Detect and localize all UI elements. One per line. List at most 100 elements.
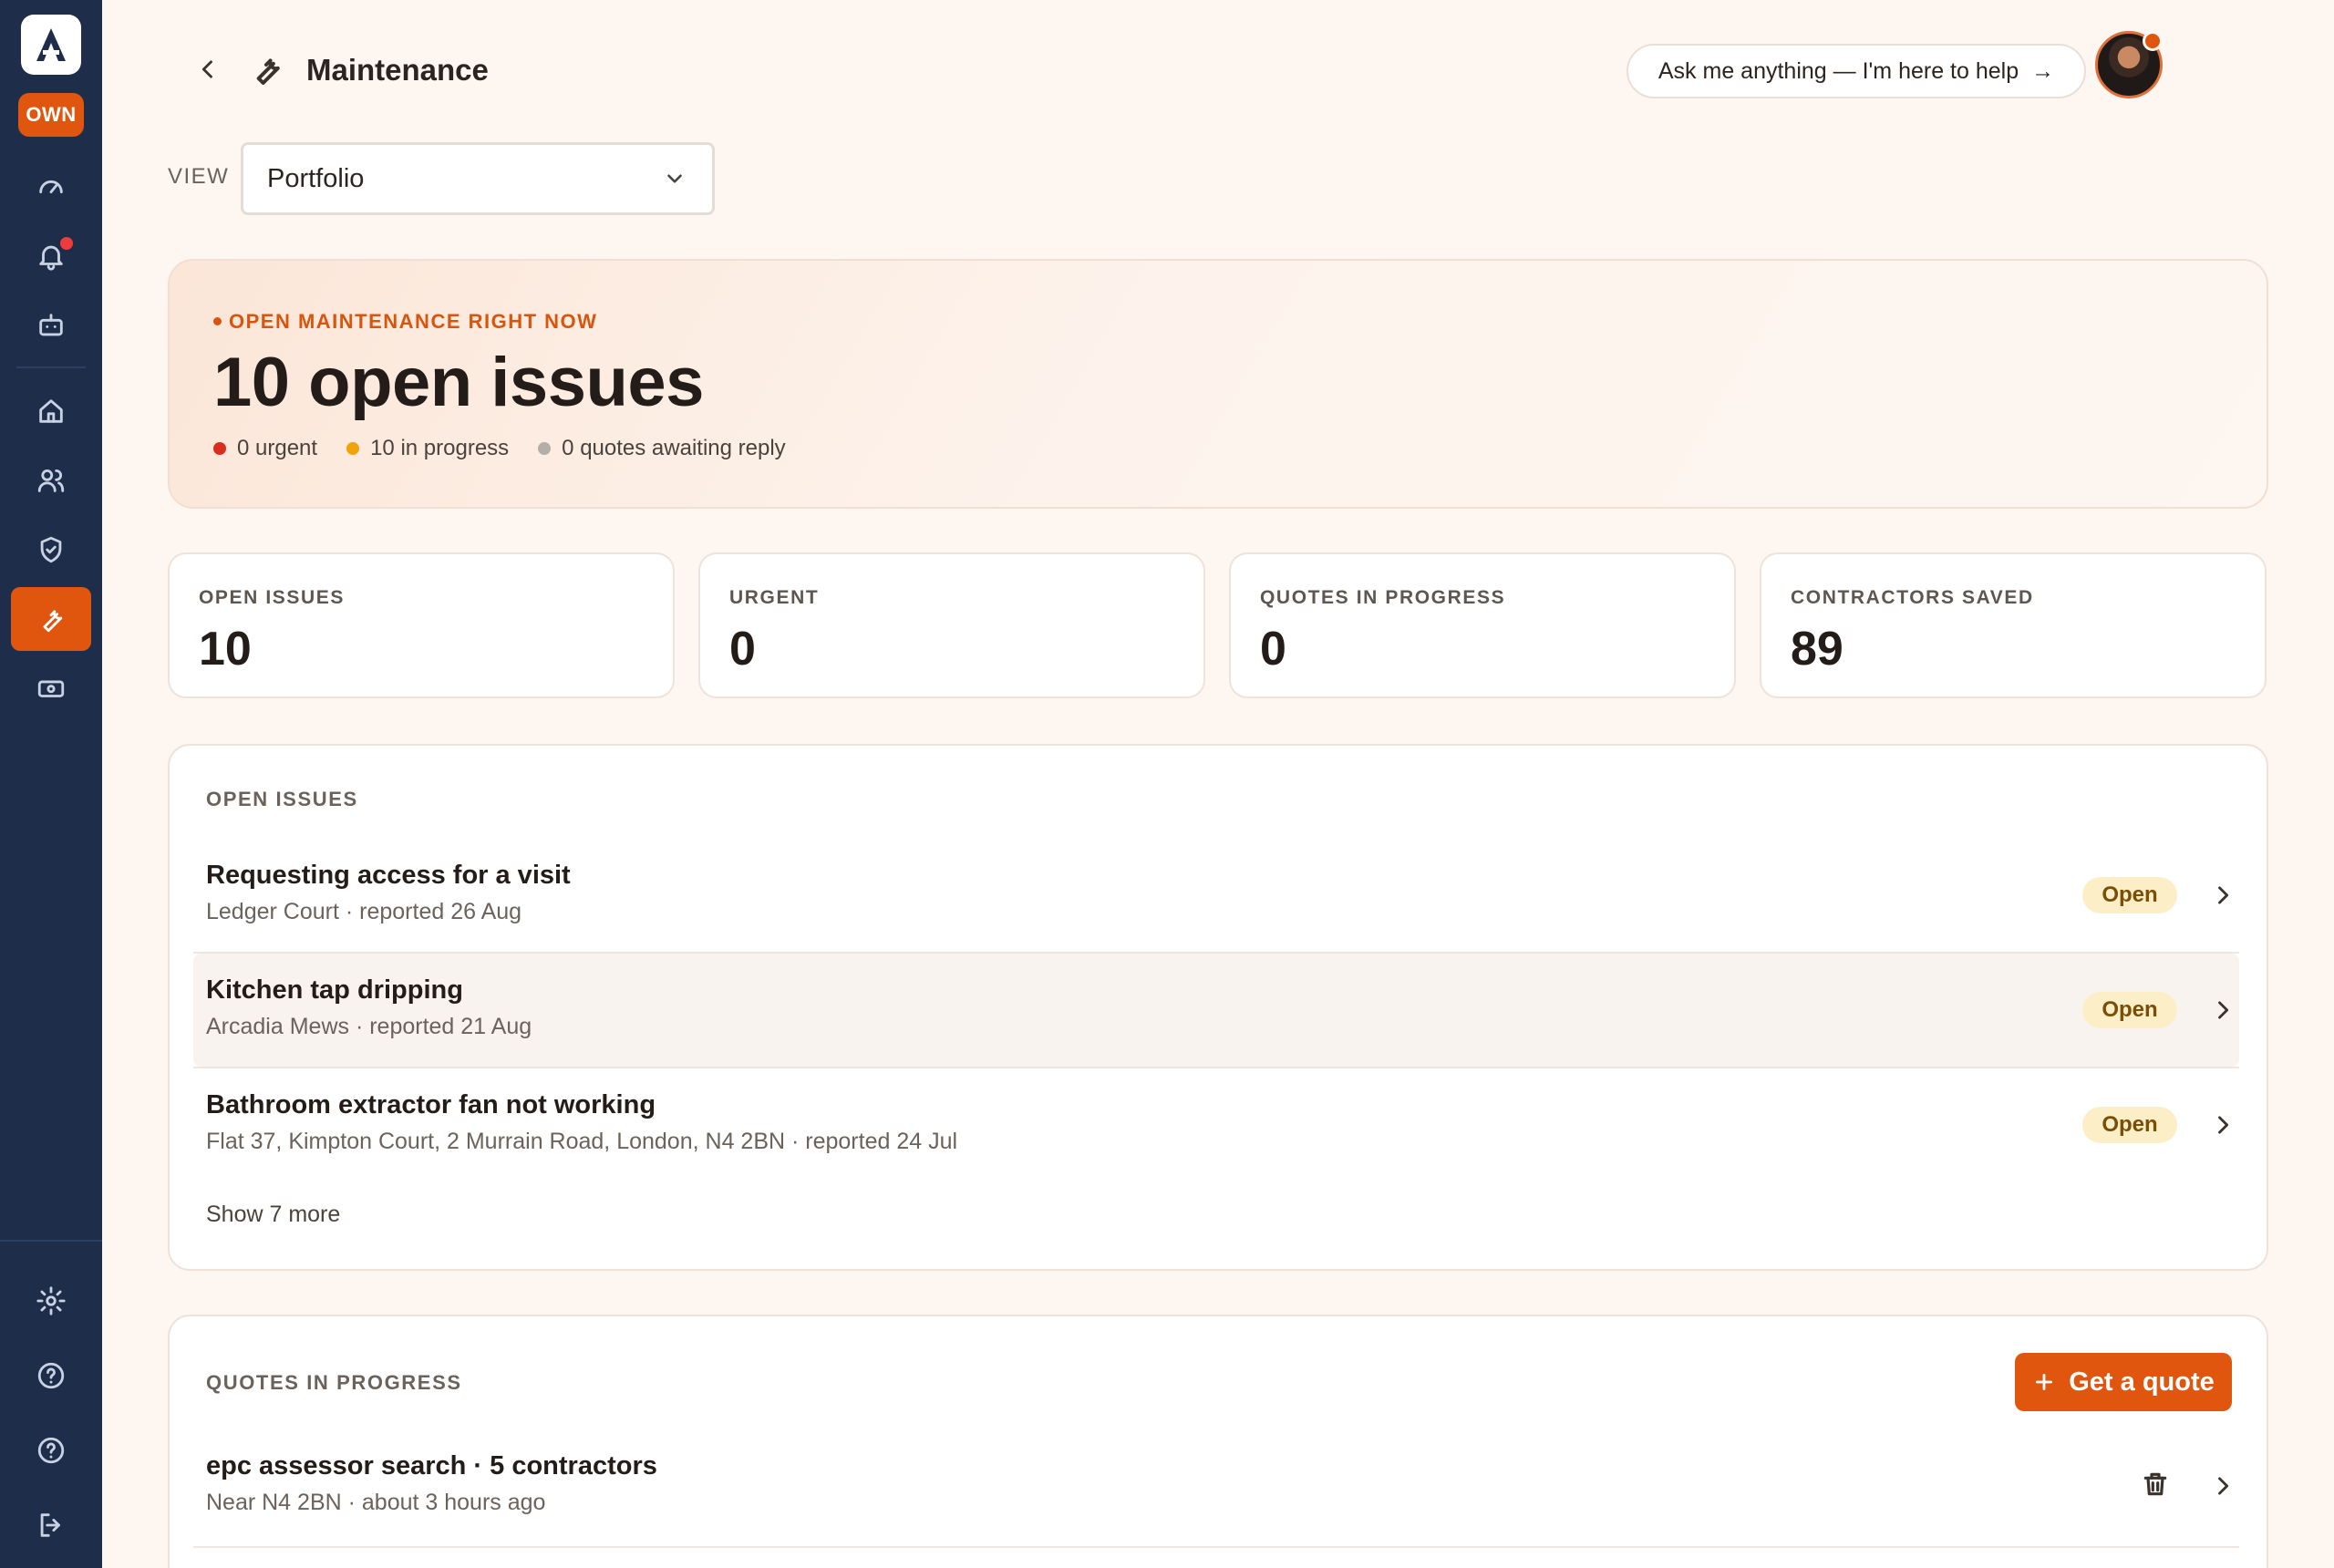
hero-summary: OPEN MAINTENANCE RIGHT NOW 10 open issue…	[168, 259, 2268, 509]
issue-title: Kitchen tap dripping	[206, 975, 463, 1005]
status-dot	[346, 442, 360, 455]
quote-title: epc assessor search · 5 contractors	[206, 1451, 657, 1480]
wrench-icon	[256, 58, 280, 85]
nav-tenants[interactable]	[11, 449, 91, 512]
chevron-right-icon	[2210, 1112, 2236, 1138]
logo-icon	[36, 28, 66, 61]
hero-stat-in-progress: 10 in progress	[346, 436, 509, 461]
chevron-right-icon	[2210, 882, 2236, 908]
sidebar-divider	[16, 366, 86, 368]
open-issues-panel: OPEN ISSUES Requesting access for a visi…	[168, 744, 2268, 1271]
app-logo[interactable]	[21, 15, 81, 75]
sidebar-bottom-divider	[0, 1240, 102, 1242]
view-select[interactable]: Portfolio	[241, 142, 715, 215]
shield-check-icon	[40, 536, 62, 563]
nav-compliance[interactable]	[11, 518, 91, 582]
banknote-icon	[37, 680, 65, 697]
row-divider	[193, 1546, 2239, 1548]
chevron-right-icon	[2210, 997, 2236, 1023]
wrench-icon	[43, 610, 63, 633]
own-badge[interactable]: OWN	[18, 93, 84, 137]
quote-row[interactable]: epc assessor search · 5 contractors Near…	[193, 1429, 2239, 1542]
quotes-title: QUOTES IN PROGRESS	[206, 1371, 462, 1394]
stat-card-value: 0	[1260, 623, 1286, 676]
app-root: OWN Maintenance Ask me anything — I'm he…	[0, 0, 2334, 1568]
get-quote-label: Get a quote	[2069, 1367, 2215, 1397]
stat-card-value: 89	[1791, 623, 1843, 676]
page-title: Maintenance	[306, 53, 489, 87]
nav-logout[interactable]	[11, 1493, 91, 1557]
stat-card-open-issues: OPEN ISSUES 10	[168, 552, 675, 698]
nav-properties[interactable]	[11, 379, 91, 443]
stat-card-label: CONTRACTORS SAVED	[1791, 587, 2034, 608]
stat-card-urgent: URGENT 0	[698, 552, 1205, 698]
view-select-value: Portfolio	[267, 163, 365, 193]
open-issues-title: OPEN ISSUES	[206, 788, 358, 810]
hero-stat-text: 0 urgent	[237, 436, 318, 460]
gauge-icon	[39, 180, 63, 194]
hero-stat-urgent: 0 urgent	[213, 436, 317, 461]
status-badge: Open	[2082, 992, 2177, 1028]
status-dot	[538, 442, 552, 455]
issue-subtitle: Arcadia Mews · reported 21 Aug	[206, 1014, 532, 1039]
view-label: VIEW	[168, 164, 230, 189]
nav-support[interactable]	[11, 1418, 91, 1482]
nav-finance[interactable]	[11, 656, 91, 720]
issue-subtitle: Ledger Court · reported 26 Aug	[206, 899, 522, 924]
chevron-down-icon	[667, 174, 682, 183]
get-quote-button[interactable]: Get a quote	[2015, 1353, 2232, 1411]
issue-subtitle: Flat 37, Kimpton Court, 2 Murrain Road, …	[206, 1129, 958, 1154]
status-badge: Open	[2082, 1107, 2177, 1143]
avatar-status-dot	[2143, 31, 2163, 51]
back-button[interactable]	[190, 51, 226, 88]
issue-row[interactable]: Requesting access for a visit Ledger Cou…	[193, 839, 2239, 952]
nav-settings[interactable]	[11, 1269, 91, 1333]
hero-title: 10 open issues	[213, 344, 704, 421]
hero-stat-quotes: 0 quotes awaiting reply	[538, 436, 786, 461]
show-more-link[interactable]: Show 7 more	[206, 1202, 340, 1228]
logout-icon	[40, 1513, 60, 1537]
sidebar-bottom	[11, 1264, 91, 1557]
help-circle-icon	[37, 1437, 65, 1464]
nav-assistant[interactable]	[11, 294, 91, 357]
stat-card-quotes-in-progress: QUOTES IN PROGRESS 0	[1229, 552, 1736, 698]
notification-dot	[58, 235, 75, 252]
robot-icon	[39, 314, 63, 336]
gear-icon	[36, 1286, 66, 1315]
hero-stat-text: 10 in progress	[370, 436, 510, 460]
hero-stats: 0 urgent 10 in progress 0 quotes awaitin…	[213, 436, 786, 461]
stat-card-contractors-saved: CONTRACTORS SAVED 89	[1760, 552, 2267, 698]
ask-assistant-button[interactable]: Ask me anything — I'm here to help →	[1627, 44, 2086, 98]
nav-help[interactable]	[11, 1344, 91, 1408]
stat-card-label: QUOTES IN PROGRESS	[1260, 587, 1506, 608]
hero-kicker: OPEN MAINTENANCE RIGHT NOW	[213, 310, 597, 334]
nav-notifications[interactable]	[11, 224, 91, 288]
issue-title: Requesting access for a visit	[206, 861, 571, 890]
sidebar: OWN	[0, 0, 102, 1568]
hero-kicker-text: OPEN MAINTENANCE RIGHT NOW	[229, 310, 598, 333]
stat-card-value: 0	[729, 623, 756, 676]
stat-card-value: 10	[199, 623, 252, 676]
quote-subtitle: Near N4 2BN · about 3 hours ago	[206, 1490, 546, 1515]
issue-title: Bathroom extractor fan not working	[206, 1090, 656, 1119]
kicker-dot	[213, 316, 222, 325]
chevron-right-icon	[2210, 1473, 2236, 1499]
hero-stat-text: 0 quotes awaiting reply	[562, 436, 786, 460]
trash-icon[interactable]	[2141, 1470, 2174, 1502]
page-wrench-icon	[248, 51, 286, 89]
nav-dashboard[interactable]	[11, 155, 91, 219]
status-dot	[213, 442, 226, 455]
issue-row[interactable]: Kitchen tap dripping Arcadia Mews · repo…	[193, 954, 2239, 1067]
arrow-right-icon: →	[2031, 57, 2055, 84]
status-badge: Open	[2082, 877, 2177, 913]
stat-card-label: URGENT	[729, 587, 820, 608]
plus-icon	[2036, 1374, 2053, 1390]
home-icon	[39, 399, 63, 423]
chevron-left-icon	[201, 60, 212, 78]
stat-card-label: OPEN ISSUES	[199, 587, 345, 608]
nav-maintenance[interactable]	[11, 587, 91, 651]
issue-row[interactable]: Bathroom extractor fan not working Flat …	[193, 1068, 2239, 1181]
help-circle-icon	[37, 1362, 65, 1389]
users-icon	[37, 469, 65, 492]
quotes-panel: QUOTES IN PROGRESS Get a quote epc asses…	[168, 1315, 2268, 1568]
